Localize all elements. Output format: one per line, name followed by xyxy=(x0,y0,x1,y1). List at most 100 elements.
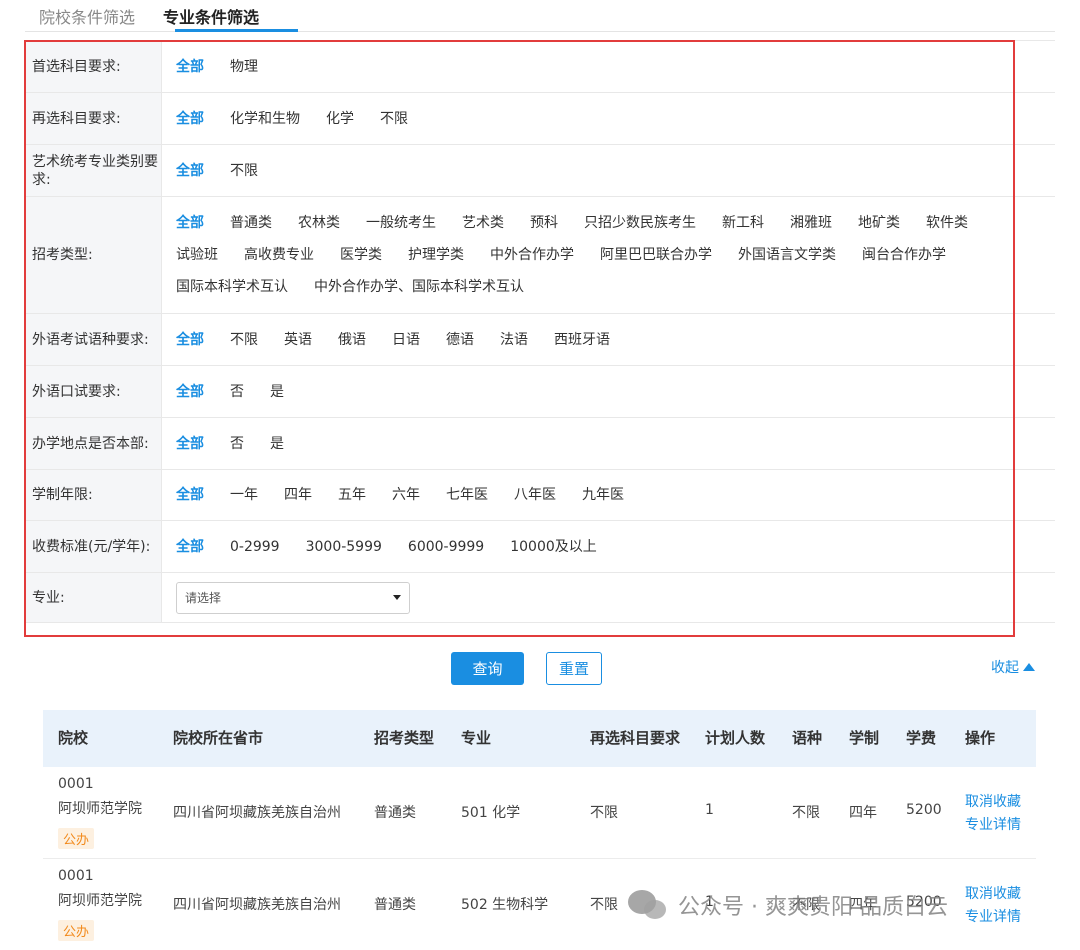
filter-option[interactable]: 全部 xyxy=(176,155,204,187)
watermark: 公众号 · 爽爽贵阳 品质白云 xyxy=(628,888,948,922)
filter-option[interactable]: 0-2999 xyxy=(230,531,280,563)
column-header: 院校所在省市 xyxy=(173,729,264,747)
filter-option[interactable]: 不限 xyxy=(230,155,258,187)
filter-options: 全部否是 xyxy=(162,366,1055,417)
filter-option[interactable]: 湘雅班 xyxy=(790,207,832,239)
filter-row: 招考类型: 全部 普通类 农林类 一般统考生 艺术类 预科 只招少数民族考生 新工科 湘雅班 地矿类… xyxy=(25,197,1055,314)
filter-label: 艺术统考专业类别要求: xyxy=(25,145,162,196)
collapse-toggle[interactable]: 收起 xyxy=(991,657,1035,677)
filter-row: 办学地点是否本部: 全部否是 xyxy=(25,418,1055,470)
major-select[interactable]: 请选择 xyxy=(176,581,410,614)
cell-subject: 不限 xyxy=(590,897,618,913)
filter-label: 收费标准(元/学年): xyxy=(25,521,162,572)
filter-option[interactable]: 闽台合作办学 xyxy=(862,239,946,271)
tab-school-filter[interactable]: 院校条件筛选 xyxy=(39,4,135,28)
filter-option[interactable]: 软件类 xyxy=(926,207,968,239)
filter-option[interactable]: 九年医 xyxy=(582,479,624,511)
school-name: 阿坝师范学院 xyxy=(58,801,142,817)
results-table: 院校 院校所在省市 招考类型 专业 再选科目要求 计划人数 语种 学制 学费 操作 0001 阿坝师… xyxy=(43,710,1036,941)
filter-option[interactable]: 物理 xyxy=(230,51,258,83)
major-select-value: 请选择 xyxy=(185,591,222,605)
filter-option[interactable]: 是 xyxy=(270,428,284,460)
filter-option[interactable]: 6000-9999 xyxy=(408,531,484,563)
filter-option[interactable]: 英语 xyxy=(284,324,312,356)
filter-option[interactable]: 全部 xyxy=(176,376,204,408)
cell-plan: 1 xyxy=(705,802,714,818)
filter-option[interactable]: 七年医 xyxy=(446,479,488,511)
school-code: 0001 xyxy=(58,776,94,792)
filter-option[interactable]: 国际本科学术互认 xyxy=(176,271,288,303)
filter-option[interactable]: 不限 xyxy=(230,324,258,356)
filter-option[interactable]: 化学 xyxy=(326,103,354,135)
filter-option[interactable]: 高收费专业 xyxy=(244,239,314,271)
cell-years: 四年 xyxy=(849,805,877,821)
filter-option[interactable]: 全部 xyxy=(176,103,204,135)
filter-options: 全部 物理 xyxy=(162,41,1055,92)
column-header: 学制 xyxy=(849,729,880,747)
filter-option[interactable]: 八年医 xyxy=(514,479,556,511)
filter-option[interactable]: 新工科 xyxy=(722,207,764,239)
filter-option[interactable]: 否 xyxy=(230,376,244,408)
filter-option[interactable]: 不限 xyxy=(380,103,408,135)
column-header: 语种 xyxy=(792,729,823,747)
filter-option[interactable]: 阿里巴巴联合办学 xyxy=(600,239,712,271)
filter-option[interactable]: 法语 xyxy=(500,324,528,356)
filter-option[interactable]: 俄语 xyxy=(338,324,366,356)
filter-option[interactable]: 四年 xyxy=(284,479,312,511)
filter-option[interactable]: 医学类 xyxy=(340,239,382,271)
filter-option[interactable]: 外国语言文学类 xyxy=(738,239,836,271)
filter-option[interactable]: 全部 xyxy=(176,479,204,511)
filter-label: 首选科目要求: xyxy=(25,41,162,92)
filter-option[interactable]: 全部 xyxy=(176,324,204,356)
filter-option[interactable]: 地矿类 xyxy=(858,207,900,239)
filter-label: 招考类型: xyxy=(25,197,162,313)
cell-major: 502 生物科学 xyxy=(461,897,549,913)
filter-option[interactable]: 护理学类 xyxy=(408,239,464,271)
filter-option[interactable]: 农林类 xyxy=(298,207,340,239)
filter-option[interactable]: 一年 xyxy=(230,479,258,511)
major-detail-link[interactable]: 专业详情 xyxy=(965,906,1021,926)
cell-province: 四川省阿坝藏族羌族自治州 xyxy=(173,897,341,913)
filter-row: 艺术统考专业类别要求: 全部 不限 xyxy=(25,145,1055,197)
filter-option[interactable]: 全部 xyxy=(176,207,204,239)
filter-option[interactable]: 中外合作办学、国际本科学术互认 xyxy=(314,271,524,303)
column-header: 计划人数 xyxy=(705,729,766,747)
filter-option[interactable]: 五年 xyxy=(338,479,366,511)
filter-option[interactable]: 西班牙语 xyxy=(554,324,610,356)
filter-option[interactable]: 中外合作办学 xyxy=(490,239,574,271)
filter-option[interactable]: 否 xyxy=(230,428,244,460)
filter-options: 全部否是 xyxy=(162,418,1055,469)
filter-option[interactable]: 全部 xyxy=(176,51,204,83)
filter-option[interactable]: 一般统考生 xyxy=(366,207,436,239)
filter-option[interactable]: 全部 xyxy=(176,531,204,563)
filter-option[interactable]: 全部 xyxy=(176,428,204,460)
query-button[interactable]: 查询 xyxy=(451,652,524,685)
school-code: 0001 xyxy=(58,868,94,884)
filter-option[interactable]: 化学和生物 xyxy=(230,103,300,135)
cell-lang: 不限 xyxy=(792,805,820,821)
cell-type: 普通类 xyxy=(374,897,416,913)
filter-tabs: 院校条件筛选 专业条件筛选 xyxy=(25,0,1055,32)
filter-panel: 首选科目要求: 全部 物理 再选科目要求: 全部 化学和生物 化学 不限 艺术统考专业类别要求:… xyxy=(25,40,1055,623)
filter-option[interactable]: 预科 xyxy=(530,207,558,239)
filter-option[interactable]: 试验班 xyxy=(176,239,218,271)
tab-major-filter[interactable]: 专业条件筛选 xyxy=(163,4,259,28)
filter-option[interactable]: 3000-5999 xyxy=(306,531,382,563)
filter-option[interactable]: 日语 xyxy=(392,324,420,356)
caret-down-icon xyxy=(393,595,401,600)
filter-option[interactable]: 六年 xyxy=(392,479,420,511)
reset-button[interactable]: 重置 xyxy=(546,652,602,685)
unfavorite-link[interactable]: 取消收藏 xyxy=(965,791,1021,811)
ownership-badge: 公办 xyxy=(58,828,95,849)
filter-options: 全部 一年 四年 五年 六年 七年医 八年医 九年医 xyxy=(162,470,1055,520)
filter-option[interactable]: 是 xyxy=(270,376,284,408)
filter-row: 再选科目要求: 全部 化学和生物 化学 不限 xyxy=(25,93,1055,145)
unfavorite-link[interactable]: 取消收藏 xyxy=(965,883,1021,903)
filter-option[interactable]: 德语 xyxy=(446,324,474,356)
filter-row: 首选科目要求: 全部 物理 xyxy=(25,41,1055,93)
filter-option[interactable]: 艺术类 xyxy=(462,207,504,239)
filter-option[interactable]: 只招少数民族考生 xyxy=(584,207,696,239)
filter-option[interactable]: 10000及以上 xyxy=(510,531,597,563)
major-detail-link[interactable]: 专业详情 xyxy=(965,814,1021,834)
filter-option[interactable]: 普通类 xyxy=(230,207,272,239)
